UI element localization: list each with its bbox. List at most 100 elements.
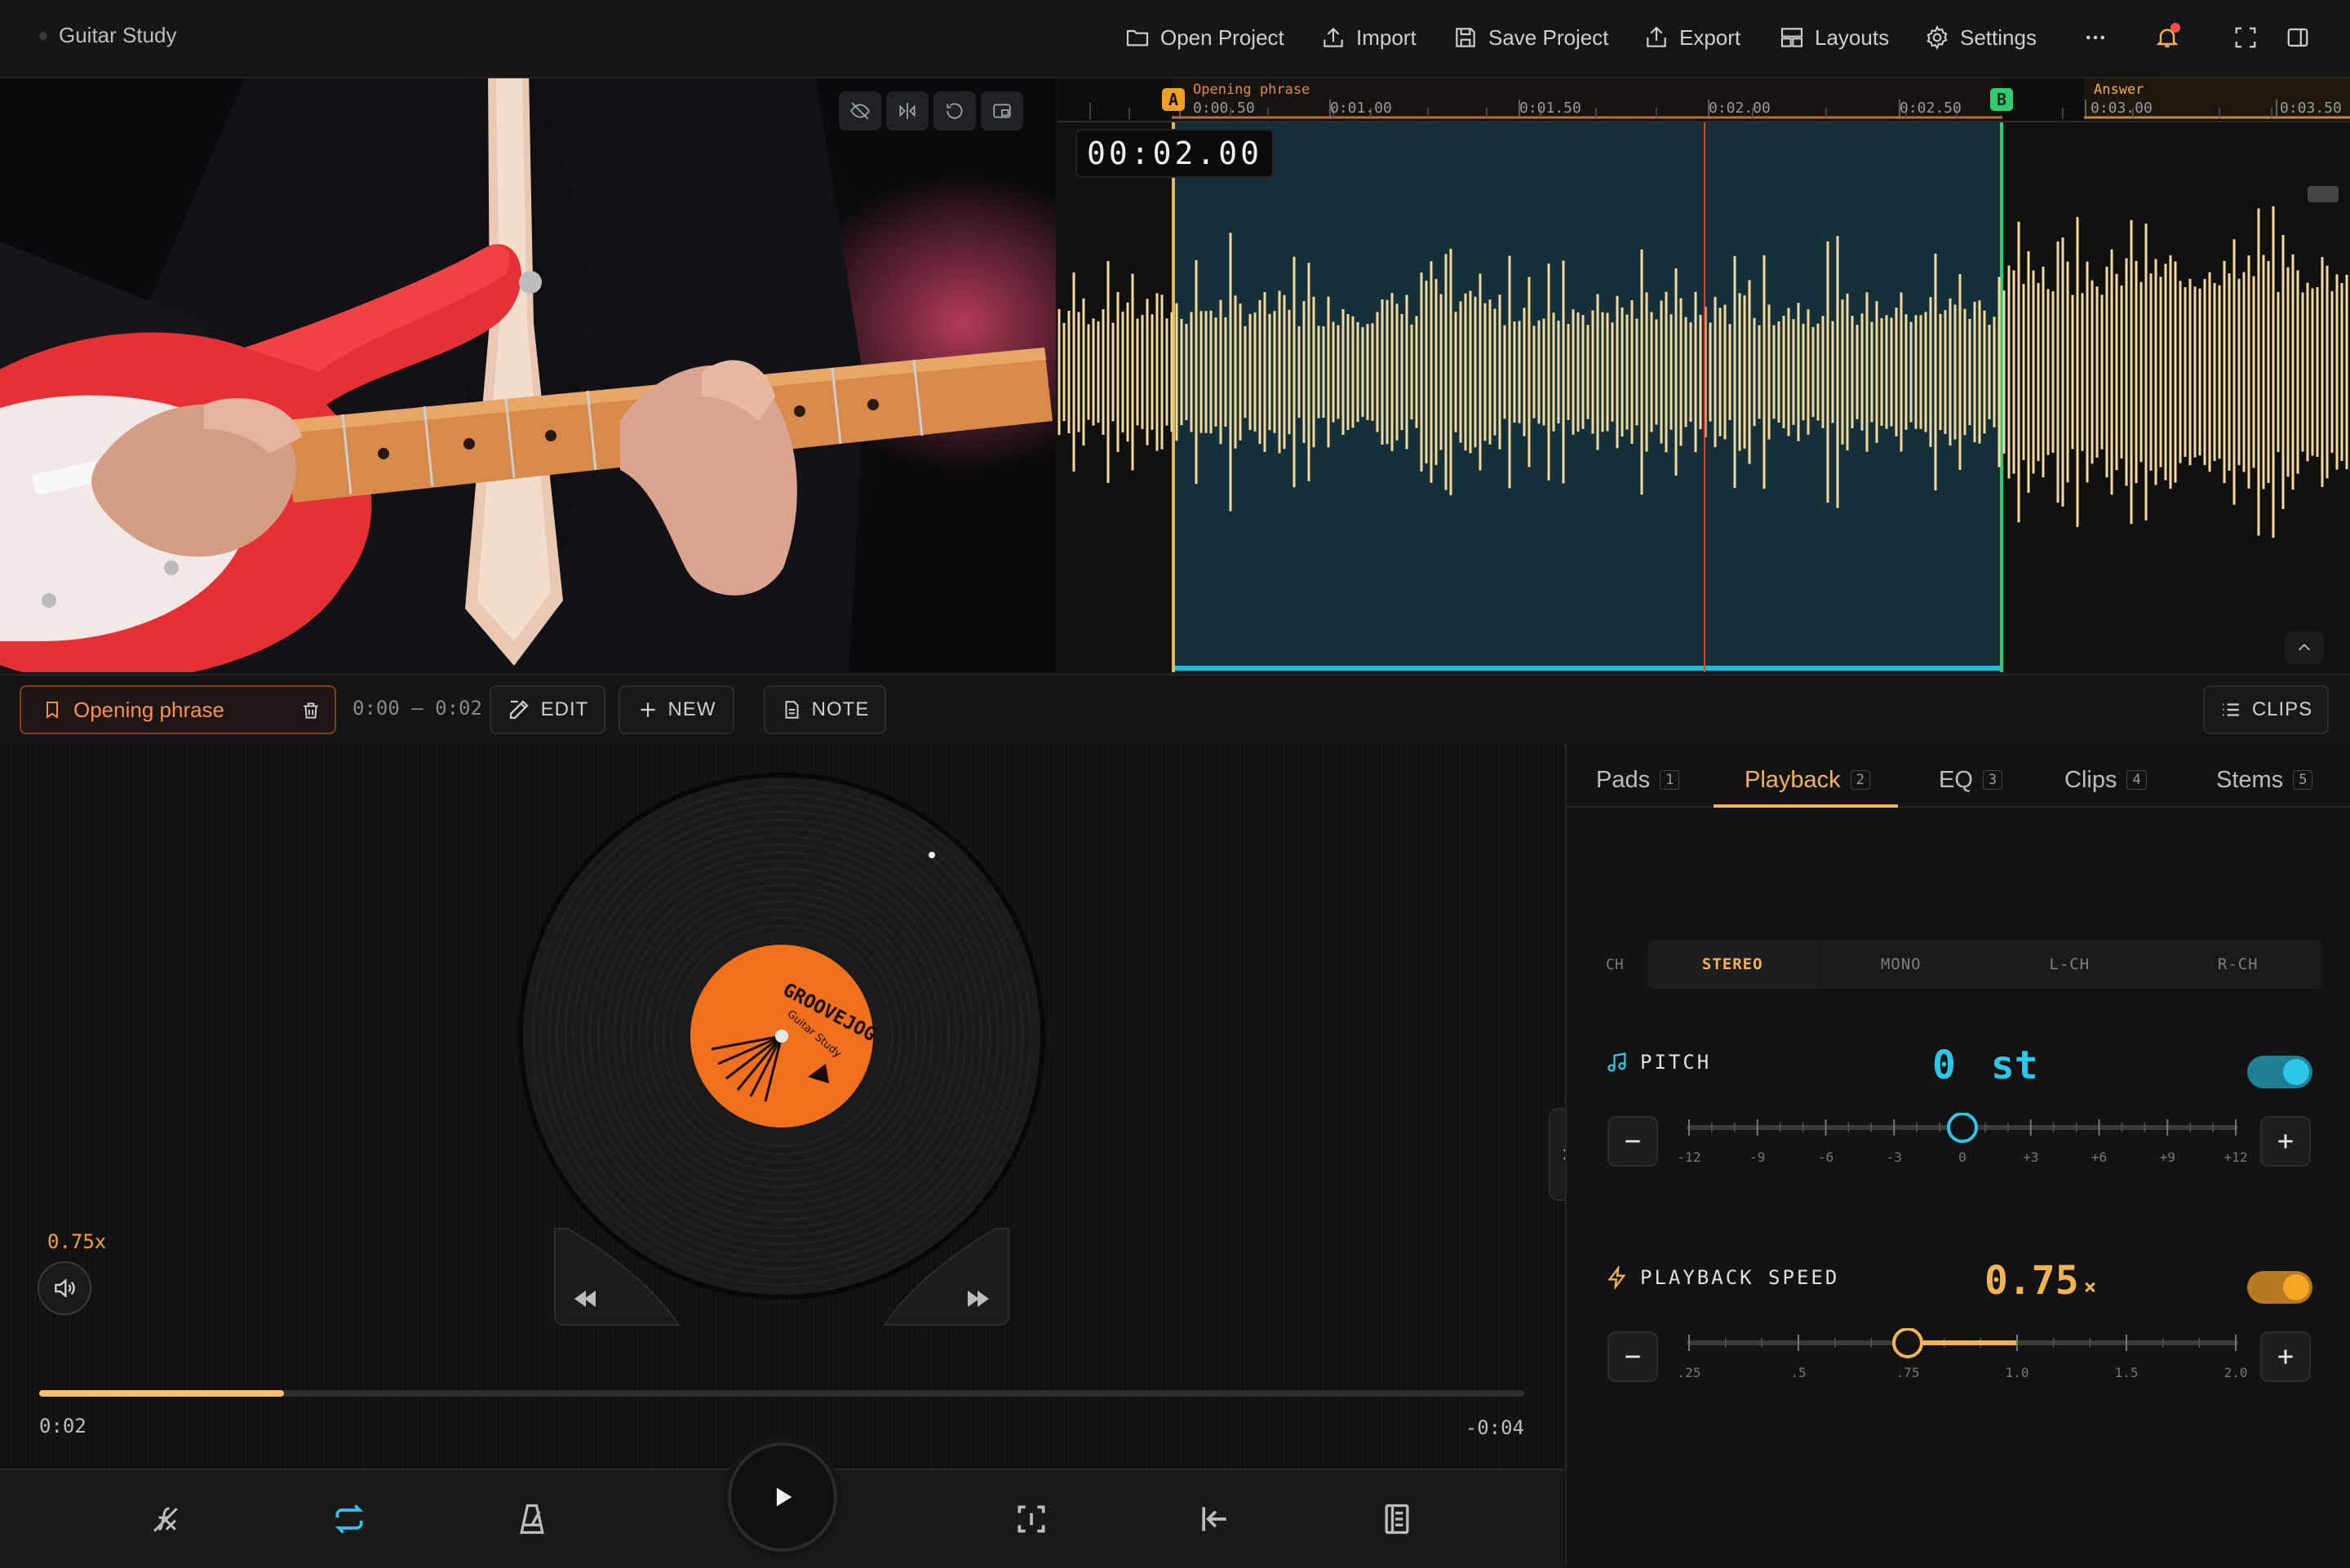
speed-slider[interactable]: .25 .5 .75 1.0 1.5 2.0 [1673, 1328, 2252, 1385]
fullscreen-button[interactable] [2229, 21, 2262, 54]
play-button[interactable] [728, 1442, 837, 1552]
channel-option-stereo[interactable]: STEREO [1648, 940, 1817, 989]
speed-slider-tick-label: 2.0 [2224, 1365, 2248, 1380]
pitch-slider[interactable]: -12 -9 -6 -3 0 +3 +6 +9 +12 [1673, 1113, 2252, 1170]
mirror-video-button[interactable] [886, 91, 929, 131]
note-label: NOTE [811, 698, 870, 720]
clip-bar: Opening phrase 0:00 – 0:02 EDIT NEW NOTE… [0, 674, 2350, 746]
pitch-increase-button[interactable] [2260, 1116, 2311, 1167]
skip-to-start-icon [1202, 1507, 1226, 1531]
tab-label: Playback [1745, 766, 1841, 793]
trash-icon [304, 702, 318, 719]
video-controls [839, 91, 1023, 131]
export-button[interactable]: Export [1643, 20, 1740, 55]
chevron-up-icon [2298, 644, 2311, 651]
tab-eq[interactable]: EQ 3 [1939, 755, 2003, 804]
pitch-slider-tick-label: +6 [2091, 1149, 2107, 1165]
speed-slider-tick-label: 1.5 [2115, 1365, 2139, 1380]
settings-button[interactable]: Settings [1924, 20, 2037, 55]
music-note-icon [1607, 1052, 1626, 1072]
region-label: Opening phrase [1193, 82, 1310, 98]
layout-icon [1780, 28, 1803, 47]
tab-shortcut: 5 [2293, 770, 2313, 790]
waveform-panel[interactable]: Opening phrase Answer 0:00.50 0:01.00 0:… [1058, 78, 2350, 672]
save-project-button[interactable]: Save Project [1452, 20, 1608, 55]
folder-icon [1126, 29, 1149, 47]
tab-bar: Pads 1 Playback 2 EQ 3 Clips 4 Stems 5 [1567, 744, 2350, 808]
layouts-button[interactable]: Layouts [1779, 20, 1889, 55]
turntable[interactable]: GROOVEJOG Guitar Study [0, 744, 1563, 1462]
tab-stems[interactable]: Stems 5 [2216, 755, 2313, 804]
fx-toggle-button[interactable] [140, 1495, 189, 1544]
remaining-time: -0:04 [1465, 1416, 1524, 1439]
progress-bar[interactable] [39, 1390, 1524, 1397]
pitch-slider-thumb[interactable] [1947, 1113, 1978, 1143]
channel-segmented-control: STEREO MONO L-CH R-CH [1648, 940, 2322, 989]
tab-clips[interactable]: Clips 4 [2064, 755, 2147, 804]
pip-video-button[interactable] [981, 91, 1023, 131]
ruler-label: 0:01.00 [1330, 100, 1392, 117]
focus-region-button[interactable] [1007, 1495, 1056, 1544]
speed-increase-button[interactable] [2260, 1331, 2311, 1382]
speed-value-number: 0.75 [1984, 1258, 2079, 1304]
delete-clip-button[interactable] [300, 700, 321, 721]
ruler-label: 0:03.50 [2280, 100, 2342, 117]
clips-button[interactable]: CLIPS [2203, 685, 2329, 734]
new-clip-button[interactable]: NEW [619, 685, 734, 734]
channel-option-left[interactable]: L-CH [1985, 940, 2154, 989]
open-project-button[interactable]: Open Project [1124, 20, 1284, 55]
return-to-start-button[interactable] [1190, 1495, 1239, 1544]
timeline-ruler[interactable]: Opening phrase Answer 0:00.50 0:01.00 0:… [1058, 78, 2350, 122]
speed-value: 0.75 × [1984, 1258, 2096, 1304]
channel-option-right[interactable]: R-CH [2154, 940, 2323, 989]
video-player[interactable] [0, 78, 1056, 672]
loop-marker-a[interactable]: A [1162, 88, 1185, 111]
note-button[interactable]: NOTE [764, 685, 886, 734]
control-panel: Pads 1 Playback 2 EQ 3 Clips 4 Stems 5 C… [1565, 744, 2350, 1566]
plus-icon [640, 702, 655, 717]
speed-label: PLAYBACK SPEED [1640, 1266, 1840, 1289]
edit-icon [509, 700, 529, 720]
speed-decrease-button[interactable] [1607, 1331, 1658, 1382]
pitch-value: 0 st [1932, 1043, 2038, 1088]
record-spindle [775, 1030, 788, 1043]
list-icon [2223, 703, 2239, 716]
volume-button[interactable] [38, 1261, 91, 1315]
tab-playback[interactable]: Playback 2 [1714, 755, 1898, 808]
clip-name-chip[interactable]: Opening phrase [20, 685, 336, 734]
pitch-decrease-button[interactable] [1607, 1116, 1658, 1167]
ruler-label: 0:02.50 [1900, 100, 1962, 117]
tab-pads[interactable]: Pads 1 [1596, 755, 1680, 804]
speed-slider-thumb[interactable] [1892, 1328, 1923, 1358]
channel-selector: CH STEREO MONO L-CH R-CH [1606, 940, 2324, 989]
metronome-button[interactable] [508, 1495, 556, 1544]
channel-label: CH [1606, 956, 1624, 973]
settings-label: Settings [1960, 24, 2037, 50]
notifications-button[interactable] [2151, 21, 2184, 54]
app-title: Guitar Study [39, 23, 177, 48]
loop-region-bottom-bar [1172, 666, 2002, 671]
zoom-handle[interactable] [2308, 186, 2339, 202]
loop-toggle-button[interactable] [325, 1495, 374, 1544]
upload-icon [1324, 27, 1343, 47]
hide-video-button[interactable] [839, 91, 881, 131]
export-label: Export [1679, 24, 1741, 50]
loop-marker-b[interactable]: B [1990, 88, 2013, 111]
collapse-waveform-button[interactable] [2285, 631, 2324, 664]
pitch-toggle[interactable] [2247, 1056, 2312, 1088]
import-button[interactable]: Import [1320, 20, 1417, 55]
pitch-toggle-knob [2283, 1059, 2309, 1085]
eye-off-icon [850, 102, 870, 120]
speed-toggle[interactable] [2247, 1271, 2312, 1304]
focus-brackets-icon [1018, 1505, 1045, 1533]
sidebar-toggle-button[interactable] [2281, 21, 2314, 54]
rotate-video-button[interactable] [933, 91, 976, 131]
pitch-slider-tick-label: +3 [2023, 1149, 2038, 1165]
edit-clip-button[interactable]: EDIT [490, 685, 605, 734]
notes-button[interactable] [1372, 1495, 1421, 1544]
clips-label: CLIPS [2251, 698, 2313, 720]
sidebar-icon [2287, 28, 2308, 47]
pitch-slider-tick-label: -12 [1678, 1149, 1701, 1165]
channel-option-mono[interactable]: MONO [1817, 940, 1986, 989]
more-button[interactable] [2079, 21, 2112, 54]
